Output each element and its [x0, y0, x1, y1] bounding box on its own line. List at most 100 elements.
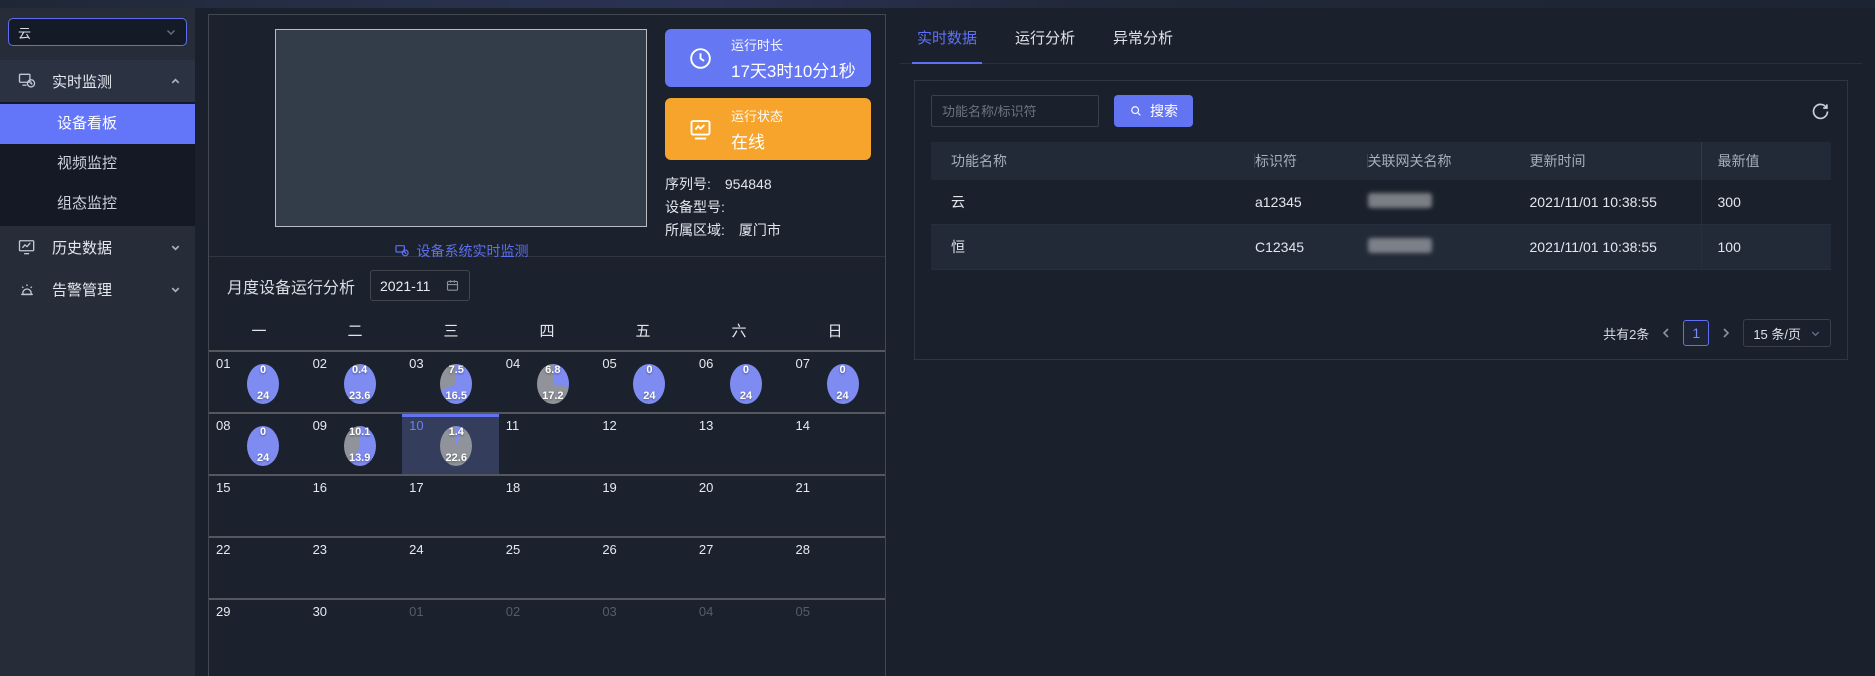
sidebar-item-alarm-management[interactable]: 告警管理: [0, 268, 195, 310]
calendar-day-cell[interactable]: 12: [595, 414, 692, 474]
calendar-day-cell[interactable]: 23: [306, 538, 403, 598]
calendar-day-cell[interactable]: 28: [788, 538, 885, 598]
calendar-week-row: 15 16171819 20 21: [209, 474, 885, 536]
chevron-down-icon: [1810, 328, 1821, 339]
page-size-value: 15 条/页: [1753, 324, 1801, 343]
calendar-date-label: 04: [699, 604, 713, 619]
calendar-day-cell[interactable]: 04: [692, 600, 789, 660]
page-size-select[interactable]: 15 条/页: [1743, 319, 1831, 347]
calendar-day-cell[interactable]: 26: [595, 538, 692, 598]
calendar-date-label: 27: [699, 542, 713, 557]
calendar-day-cell[interactable]: 27: [692, 538, 789, 598]
calendar-day-cell[interactable]: 19: [595, 476, 692, 536]
device-system-monitor-link[interactable]: 设备系统实时监测: [394, 241, 529, 261]
calendar-day-cell[interactable]: 25: [499, 538, 596, 598]
device-select[interactable]: 云: [8, 18, 187, 46]
page-number-button[interactable]: 1: [1683, 320, 1709, 346]
calendar-day-cell[interactable]: 05024: [595, 352, 692, 412]
sidebar-item-config-monitoring[interactable]: 组态监控: [0, 184, 195, 224]
column-header: 功能名称: [931, 142, 1255, 180]
pie-value-label: 17.2: [542, 390, 563, 402]
calendar-date-label: 06: [699, 356, 713, 371]
pie-value-label: 0: [260, 426, 266, 438]
calendar-date-label: 20: [699, 480, 713, 495]
calendar-day-cell[interactable]: 03 7.516.5: [402, 352, 499, 412]
calendar-day-cell[interactable]: 05: [788, 600, 885, 660]
calendar-day-cell[interactable]: 14: [788, 414, 885, 474]
calendar-date-label: 12: [602, 418, 616, 433]
table-row[interactable]: 恒C123452021/11/01 10:38:55100: [931, 225, 1831, 270]
calendar-day-cell[interactable]: 21: [788, 476, 885, 536]
calendar-day-cell[interactable]: 22: [209, 538, 306, 598]
month-picker[interactable]: 2021-11: [370, 270, 470, 301]
pie-value-label: 22.6: [446, 452, 467, 464]
chevron-down-icon: [170, 284, 181, 295]
redacted-gateway-name: [1368, 193, 1432, 208]
pie-value-label: 24: [836, 390, 848, 402]
calendar-day-cell[interactable]: 06 024: [692, 352, 789, 412]
refresh-icon[interactable]: [1810, 101, 1831, 122]
calendar-day-cell[interactable]: 02: [499, 600, 596, 660]
realtime-data-panel: 实时数据 运行分析 异常分析 搜索: [900, 14, 1862, 360]
calendar-day-cell[interactable]: 01024: [209, 352, 306, 412]
calendar-day-cell[interactable]: 11: [499, 414, 596, 474]
tab-run-analysis[interactable]: 运行分析: [1015, 27, 1075, 63]
calendar-week-row: 01024020.423.6037.516.5046.817.205024060…: [209, 350, 885, 412]
status-card: 运行状态 在线: [665, 98, 871, 160]
calendar-day-cell[interactable]: 15: [209, 476, 306, 536]
cell-update-time: 2021/11/01 10:38:55: [1530, 194, 1701, 210]
calendar-day-cell[interactable]: 20: [692, 476, 789, 536]
status-label: 运行状态: [731, 106, 783, 125]
prev-page-icon[interactable]: [1660, 327, 1672, 339]
pie-value-label: 24: [740, 390, 752, 402]
sidebar-item-history-data[interactable]: 历史数据: [0, 226, 195, 268]
weekday-label: 三: [403, 320, 499, 341]
device-system-link-label: 设备系统实时监测: [417, 241, 529, 261]
calendar-date-label: 03: [409, 356, 423, 371]
calendar-day-cell[interactable]: 16: [306, 476, 403, 536]
chevron-up-icon: [170, 76, 181, 87]
tab-realtime-data[interactable]: 实时数据: [917, 27, 977, 63]
sidebar-item-realtime-monitoring[interactable]: 实时监测: [0, 60, 195, 102]
search-button[interactable]: 搜索: [1114, 95, 1193, 127]
calendar-day-cell[interactable]: 13: [692, 414, 789, 474]
calendar-date-label: 04: [506, 356, 520, 371]
sidebar-item-label: 历史数据: [52, 237, 112, 258]
sidebar-item-video-monitoring[interactable]: 视频监控: [0, 144, 195, 184]
serial-label: 序列号:: [665, 173, 711, 196]
pie-value-label: 23.6: [349, 390, 370, 402]
search-input[interactable]: [931, 95, 1099, 127]
status-chart-icon: [687, 116, 714, 143]
calendar-day-cell[interactable]: 03: [595, 600, 692, 660]
daily-runtime-pie: 7.516.5: [440, 364, 472, 404]
calendar-day-cell[interactable]: 101.422.6: [402, 414, 499, 474]
table-row[interactable]: 云a123452021/11/01 10:38:55300: [931, 180, 1831, 225]
calendar-day-cell[interactable]: 07024: [788, 352, 885, 412]
pie-value-label: 0: [839, 364, 845, 376]
search-button-label: 搜索: [1150, 101, 1178, 121]
daily-runtime-pie: 6.817.2: [537, 364, 569, 404]
daily-runtime-pie: 024: [730, 364, 762, 404]
pagination: 共有2条 1 15 条/页: [1603, 319, 1831, 347]
cell-gateway-name: [1368, 193, 1530, 211]
calendar-day-cell[interactable]: 29: [209, 600, 306, 660]
next-page-icon[interactable]: [1720, 327, 1732, 339]
calendar-day-cell[interactable]: 17: [402, 476, 499, 536]
tab-anomaly-analysis[interactable]: 异常分析: [1113, 27, 1173, 63]
calendar-date-label: 21: [795, 480, 809, 495]
table-header: 功能名称 标识符 关联网关名称 更新时间 最新值: [931, 142, 1831, 180]
serial-line: 序列号: 954848: [665, 173, 871, 196]
calendar-day-cell[interactable]: 30: [306, 600, 403, 660]
calendar-date-label: 09: [313, 418, 327, 433]
calendar-day-cell[interactable]: 18: [499, 476, 596, 536]
calendar-day-cell[interactable]: 08024: [209, 414, 306, 474]
sidebar-item-device-board[interactable]: 设备看板: [0, 104, 195, 144]
calendar-date-label: 15: [216, 480, 230, 495]
calendar-day-cell[interactable]: 0910.113.9: [306, 414, 403, 474]
calendar-day-cell[interactable]: 020.423.6: [306, 352, 403, 412]
calendar-day-cell[interactable]: 24: [402, 538, 499, 598]
calendar-day-cell[interactable]: 04 6.817.2: [499, 352, 596, 412]
calendar-day-cell[interactable]: 01: [402, 600, 499, 660]
calendar-date-label: 02: [506, 604, 520, 619]
calendar-date-label: 08: [216, 418, 230, 433]
